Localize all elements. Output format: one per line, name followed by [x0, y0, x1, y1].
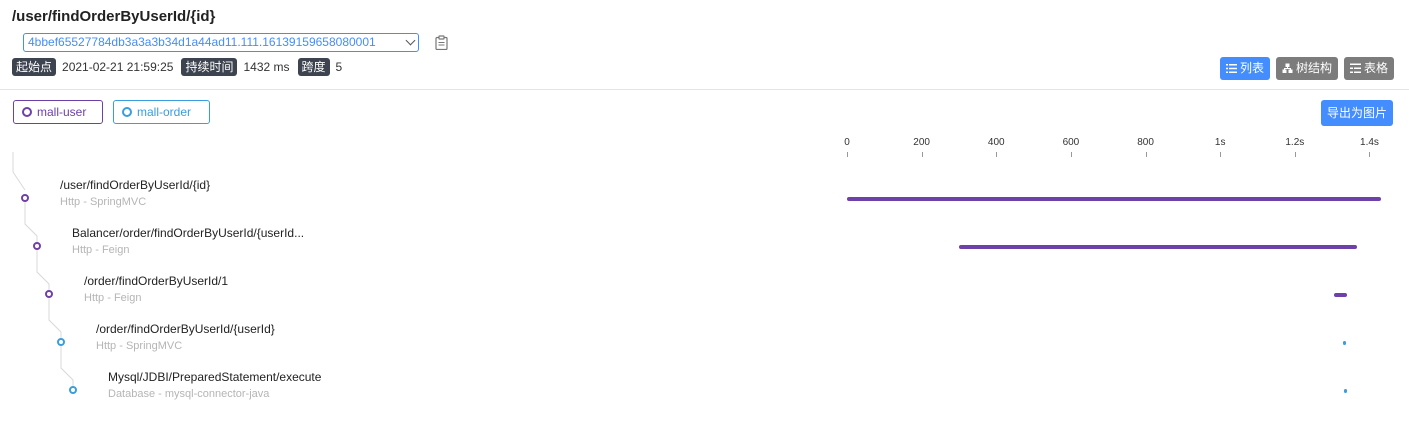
- span-row[interactable]: Mysql/JDBI/PreparedStatement/execute Data…: [108, 370, 321, 410]
- axis-tick-label: 200: [913, 137, 930, 148]
- axis-tick-label: 400: [987, 137, 1005, 148]
- trace-id-value: 4bbef65527784db3a3a3b34d1a44ad11.111.161…: [28, 35, 376, 49]
- tree-connector: [24, 202, 38, 242]
- axis-tick-label: 800: [1137, 137, 1154, 148]
- axis-tick-mark: [1070, 152, 1072, 157]
- tree-view-button[interactable]: 树结构: [1275, 57, 1338, 80]
- axis-tick-label: 0: [844, 137, 850, 148]
- span-row[interactable]: /order/findOrderByUserId/{userId} Http - …: [96, 322, 275, 362]
- table-view-button[interactable]: 表格: [1343, 57, 1394, 80]
- tree-icon: [1282, 63, 1293, 73]
- tree-connector: [60, 346, 74, 386]
- page-title: /user/findOrderByUserId/{id}: [12, 8, 216, 25]
- service-chip-mall-order[interactable]: mall-order: [113, 100, 210, 124]
- span-name: /order/findOrderByUserId/1: [84, 274, 229, 288]
- span-component: Database - mysql-connector-java: [108, 388, 270, 400]
- header-divider: [0, 89, 1409, 90]
- span-component: Http - SpringMVC: [96, 340, 183, 352]
- span-name: Mysql/JDBI/PreparedStatement/execute: [108, 370, 322, 384]
- span-row[interactable]: /order/findOrderByUserId/1 Http - Feign: [84, 274, 228, 314]
- axis-tick-mark: [1369, 152, 1371, 157]
- tree-view-label: 树结构: [1295, 61, 1332, 75]
- span-component: Http - Feign: [72, 244, 130, 256]
- trace-meta: 起始点 2021-02-21 21:59:25 持续时间 1432 ms 跨度 …: [12, 58, 350, 76]
- axis-tick-mark: [1294, 152, 1296, 157]
- axis-tick-mark: [996, 152, 998, 157]
- span-component: Http - SpringMVC: [60, 196, 147, 208]
- axis-tick-label: 1.2s: [1285, 137, 1305, 148]
- tree-connector: [48, 298, 62, 338]
- axis-tick-mark: [921, 152, 923, 157]
- axis-tick-mark: [847, 152, 848, 157]
- start-value: 2021-02-21 21:59:25: [62, 60, 174, 74]
- tree-connector: [36, 250, 50, 290]
- axis-tick-label: 600: [1062, 137, 1080, 148]
- span-count-label: 跨度: [297, 58, 330, 76]
- span-duration-bar[interactable]: [1343, 341, 1347, 345]
- time-axis: 0 200 400 600 800 1s 1.2s 1.4s: [0, 135, 1409, 160]
- span-component: Http - Feign: [84, 292, 142, 304]
- circle-icon: [122, 107, 132, 117]
- span-row[interactable]: Balancer/order/findOrderByUserId/{userId…: [72, 226, 304, 266]
- chevron-down-icon: [405, 35, 416, 46]
- span-duration-bar[interactable]: [847, 197, 1382, 201]
- span-duration-bar[interactable]: [1344, 389, 1348, 393]
- list-icon: [1225, 64, 1237, 73]
- axis-tick-mark: [1145, 152, 1147, 157]
- axis-tick-mark: [1220, 152, 1222, 157]
- trace-id-select[interactable]: 4bbef65527784db3a3a3b34d1a44ad11.111.161…: [23, 33, 419, 52]
- table-icon: [1349, 63, 1361, 73]
- span-node-icon[interactable]: [45, 290, 53, 298]
- axis-tick-label: 1.4s: [1360, 137, 1379, 148]
- span-node-icon[interactable]: [57, 338, 65, 346]
- clipboard-icon[interactable]: [435, 35, 448, 50]
- view-switcher: 列表 树结构 表格: [1219, 57, 1394, 80]
- service-name: mall-order: [137, 105, 192, 119]
- axis-tick-label: 1s: [1214, 137, 1226, 148]
- duration-label: 持续时间: [181, 58, 238, 76]
- service-name: mall-user: [37, 105, 87, 119]
- start-label: 起始点: [12, 58, 57, 76]
- span-count-value: 5: [335, 60, 343, 74]
- span-duration-bar[interactable]: [958, 245, 1358, 249]
- circle-icon: [22, 107, 32, 117]
- span-name: /user/findOrderByUserId/{id}: [60, 178, 211, 192]
- service-chip-mall-user[interactable]: mall-user: [13, 100, 103, 124]
- span-name: /order/findOrderByUserId/{userId}: [96, 322, 275, 336]
- span-node-icon[interactable]: [21, 194, 29, 202]
- span-node-icon[interactable]: [33, 242, 41, 250]
- duration-value: 1432 ms: [243, 60, 290, 74]
- span-duration-bar[interactable]: [1333, 293, 1348, 297]
- export-image-button[interactable]: 导出为图片: [1320, 100, 1393, 126]
- list-view-label: 列表: [1239, 61, 1264, 75]
- list-view-button[interactable]: 列表: [1219, 57, 1270, 80]
- span-node-icon[interactable]: [69, 386, 77, 394]
- span-row[interactable]: /user/findOrderByUserId/{id} Http - Sprin…: [60, 178, 210, 218]
- span-name: Balancer/order/findOrderByUserId/{userId…: [72, 226, 305, 240]
- table-view-label: 表格: [1363, 61, 1388, 75]
